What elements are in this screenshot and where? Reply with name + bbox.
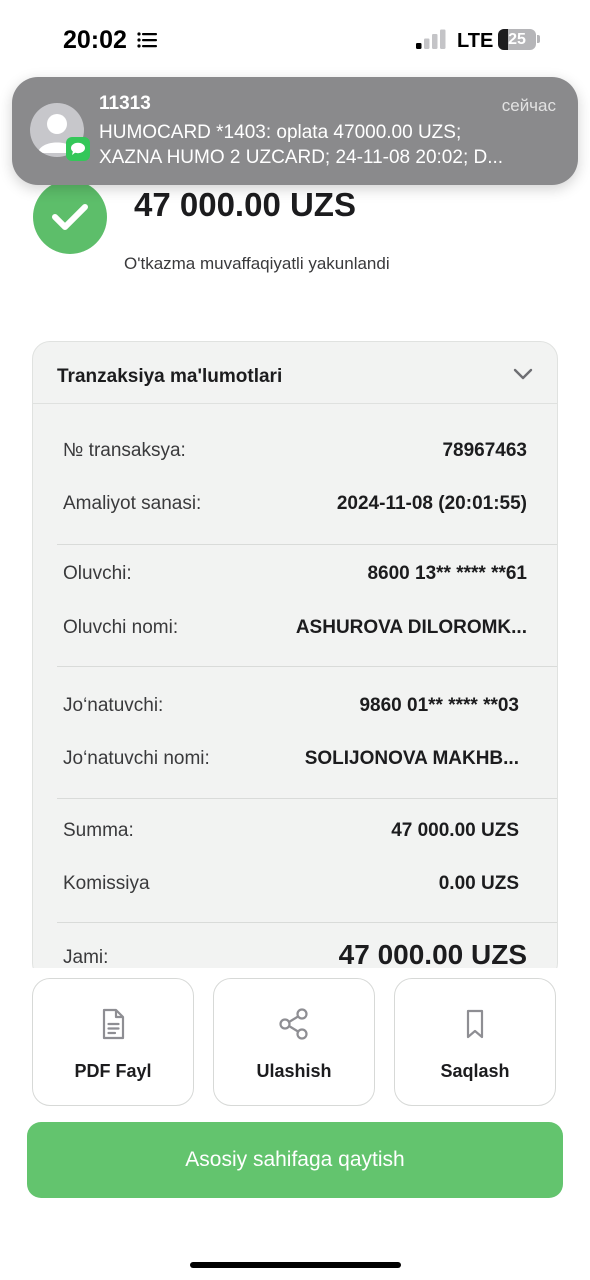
notification-time: сейчас bbox=[501, 96, 556, 115]
battery-tip bbox=[537, 35, 540, 43]
signal-bar bbox=[432, 34, 438, 49]
detail-label: Komissiya bbox=[63, 873, 150, 894]
detail-value: 9860 01** **** **03 bbox=[359, 695, 519, 716]
transfer-amount: 47 000.00 UZS bbox=[134, 186, 356, 223]
detail-row-commission: Komissiya 0.00 UZS bbox=[63, 873, 527, 903]
notification-line-1: HUMOCARD *1403: oplata 47000.00 UZS; bbox=[99, 122, 462, 143]
signal-bar bbox=[416, 43, 422, 49]
divider bbox=[57, 666, 557, 667]
detail-row-sum: Summa: 47 000.00 UZS bbox=[63, 820, 527, 850]
pdf-file-label: PDF Fayl bbox=[74, 1061, 152, 1081]
share-button[interactable]: Ulashish bbox=[213, 978, 375, 1106]
share-icon bbox=[279, 1008, 308, 1040]
detail-total-value: 47 000.00 UZS bbox=[338, 939, 527, 970]
detail-label: Jo‘natuvchi nomi: bbox=[63, 748, 210, 769]
network-type: LTE bbox=[457, 30, 494, 52]
chevron-down-icon[interactable] bbox=[513, 368, 533, 380]
battery-level: 25 bbox=[508, 31, 526, 48]
share-label: Ulashish bbox=[256, 1061, 332, 1081]
list-icon bbox=[137, 32, 157, 48]
status-time: 20:02 bbox=[63, 26, 127, 54]
pdf-file-button[interactable]: PDF Fayl bbox=[32, 978, 194, 1106]
messages-icon bbox=[66, 137, 90, 161]
status-bar: 20:02 LTE 25 bbox=[0, 0, 590, 80]
detail-value: 8600 13** **** **61 bbox=[367, 563, 527, 584]
signal-bar bbox=[424, 38, 430, 49]
signal-bar bbox=[440, 29, 446, 49]
signal-strength-icon bbox=[416, 29, 446, 49]
detail-label: № transaksya: bbox=[63, 440, 186, 461]
success-message: O'tkazma muvaffaqiyatli yakunlandi bbox=[124, 254, 390, 273]
document-icon bbox=[102, 1008, 125, 1040]
detail-label: Jo‘natuvchi: bbox=[63, 695, 164, 716]
divider bbox=[57, 922, 557, 923]
detail-row-sender: Jo‘natuvchi: 9860 01** **** **03 bbox=[63, 695, 527, 725]
bookmark-icon bbox=[466, 1009, 484, 1039]
detail-label: Oluvchi: bbox=[63, 563, 132, 584]
detail-row-recipient: Oluvchi: 8600 13** **** **61 bbox=[63, 563, 527, 593]
notification-line-2: XAZNA HUMO 2 UZCARD; 24-11-08 20:02; D..… bbox=[99, 147, 504, 168]
details-header[interactable]: Tranzaksiya ma'lumotlari bbox=[33, 342, 557, 404]
transaction-details-card: Tranzaksiya ma'lumotlari № transaksya: 7… bbox=[32, 341, 558, 981]
save-button[interactable]: Saqlash bbox=[394, 978, 556, 1106]
divider bbox=[57, 798, 557, 799]
detail-label: Amaliyot sanasi: bbox=[63, 493, 202, 514]
checkmark-icon bbox=[33, 180, 107, 254]
battery-icon: 25 bbox=[498, 29, 536, 50]
detail-value: 0.00 UZS bbox=[438, 873, 519, 894]
divider bbox=[57, 544, 557, 545]
detail-value: 47 000.00 UZS bbox=[391, 820, 519, 841]
back-to-home-button[interactable]: Asosiy sahifaga qaytish bbox=[27, 1122, 563, 1198]
details-title: Tranzaksiya ma'lumotlari bbox=[57, 366, 283, 387]
home-indicator[interactable] bbox=[190, 1262, 401, 1268]
detail-value: SOLIJONOVA MAKHB... bbox=[304, 748, 519, 769]
detail-label: Jami: bbox=[63, 947, 109, 968]
detail-value: 78967463 bbox=[442, 440, 527, 461]
detail-row-sender-name: Jo‘natuvchi nomi: SOLIJONOVA MAKHB... bbox=[63, 748, 527, 778]
detail-row-date: Amaliyot sanasi: 2024-11-08 (20:01:55) bbox=[63, 493, 527, 523]
save-label: Saqlash bbox=[440, 1061, 510, 1081]
detail-value: ASHUROVA DILOROMK... bbox=[295, 617, 527, 638]
detail-row-recipient-name: Oluvchi nomi: ASHUROVA DILOROMK... bbox=[63, 617, 527, 647]
sms-notification-banner[interactable]: 11313 сейчас HUMOCARD *1403: oplata 4700… bbox=[12, 77, 578, 185]
detail-label: Summa: bbox=[63, 820, 134, 841]
notification-sender: 11313 bbox=[99, 93, 151, 114]
detail-row-transaction-id: № transaksya: 78967463 bbox=[63, 440, 527, 470]
detail-value: 2024-11-08 (20:01:55) bbox=[336, 493, 527, 514]
notification-body: HUMOCARD *1403: oplata 47000.00 UZS; XAZ… bbox=[99, 120, 557, 170]
detail-label: Oluvchi nomi: bbox=[63, 617, 179, 638]
